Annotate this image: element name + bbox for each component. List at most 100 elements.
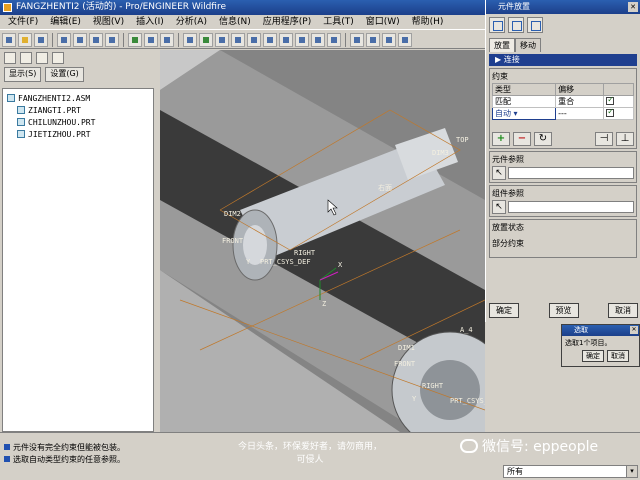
swap-icon[interactable]: ↻ [534,132,552,146]
datum-label: DIM1 [398,344,415,352]
folder-browser-tab-icon[interactable] [20,52,32,64]
tree-item-label: JIETIZHOU.PRT [28,130,91,139]
chevron-down-icon: ▾ [626,466,637,477]
cad-model-view: DIM3 TOP 右面 DIM2 FRONT RIGHT PRT_CSYS_DE… [160,50,485,432]
close-icon[interactable]: ✕ [628,2,638,12]
tree-item-label: CHILUNZHOU.PRT [28,118,96,127]
wechat-icon [460,439,478,453]
constraint-type-value: 自动 [495,109,511,118]
selection-filter-value: 所有 [507,467,523,476]
message-bullet-icon [4,456,10,462]
remove-constraint-button[interactable]: − [513,132,531,146]
close-icon[interactable]: ✕ [630,326,638,334]
dialog-title: 元件放置 [498,2,530,11]
show-component-icon[interactable] [527,17,543,33]
view-manager-icon[interactable] [327,32,341,47]
settings-menu-button[interactable]: 设置(G) [45,67,84,82]
wireframe-icon[interactable] [350,32,364,47]
saved-views-icon[interactable] [295,32,309,47]
favorites-tab-icon[interactable] [36,52,48,64]
orient-icon[interactable] [215,32,229,47]
datum-label: DIM3 [432,149,449,157]
zoom-out-icon[interactable] [247,32,261,47]
selection-box-icon[interactable] [160,32,174,47]
menu-info[interactable]: 信息(N) [213,15,257,29]
dialog-icon-bar [486,14,640,36]
window-title: FANGZHENTI2 (活动的) - Pro/ENGINEER Wildfir… [16,2,226,12]
component-reference-field[interactable] [508,167,634,179]
layers-icon[interactable] [311,32,325,47]
graphics-viewport[interactable]: DIM3 TOP 右面 DIM2 FRONT RIGHT PRT_CSYS_DE… [160,50,485,432]
coordinate-system-icon[interactable]: ⊣ [595,132,613,146]
assembly-window-icon[interactable] [508,17,524,33]
datum-label: A_4 [460,326,473,334]
constraints-group: 约束 类型 偏移 匹配 重合 自动 ▾ --- + − ↻ ⊣ [489,68,637,149]
select-ok-button[interactable]: 确定 [582,350,604,362]
web-browser-tab-icon[interactable] [52,52,64,64]
select-dialog-message: 选取1个项目。 [565,339,612,347]
table-row[interactable]: 自动 ▾ --- [491,107,634,120]
assembly-reference-field[interactable] [508,201,634,213]
spin-center-icon[interactable] [199,32,213,47]
show-menu-button[interactable]: 显示(S) [4,67,42,82]
regenerate-icon[interactable] [128,32,142,47]
flip-icon[interactable]: ⊥ [616,132,634,146]
tree-item[interactable]: JIETIZHOU.PRT [7,129,149,141]
ok-button[interactable]: 确定 [489,303,519,318]
tree-item[interactable]: CHILUNZHOU.PRT [7,117,149,129]
open-folder-icon[interactable] [18,32,32,47]
datum-label: PRT_CSYS_DEF [450,397,485,405]
new-file-icon[interactable] [2,32,16,47]
datum-label: PRT_CSYS_DEF [260,258,311,266]
datum-label: RIGHT [422,382,444,390]
pointer-icon[interactable]: ↖ [492,166,506,180]
menu-insert[interactable]: 插入(I) [130,15,170,29]
zoom-in-icon[interactable] [231,32,245,47]
redo-icon[interactable] [105,32,119,47]
dialog-buttons: 确定 预览 取消 [489,303,638,318]
menu-tools[interactable]: 工具(T) [317,15,360,29]
no-hidden-icon[interactable] [382,32,396,47]
save-icon[interactable] [34,32,48,47]
model-tree-tab-icon[interactable] [4,52,16,64]
status-message-text: 选取自动类型约束的任意参照。 [13,455,125,464]
repaint-icon[interactable] [183,32,197,47]
menu-edit[interactable]: 编辑(E) [44,15,87,29]
email-icon[interactable] [73,32,87,47]
separate-window-icon[interactable] [489,17,505,33]
assembly-reference-group: 组件参照 ↖ [489,185,637,217]
menu-analysis[interactable]: 分析(A) [170,15,213,29]
print-icon[interactable] [57,32,71,47]
constraint-enabled-checkbox[interactable] [603,107,634,120]
selection-filter[interactable]: 所有 ▾ [503,465,638,478]
add-constraint-button[interactable]: + [492,132,510,146]
refit-icon[interactable] [263,32,277,47]
constraints-table: 类型 偏移 匹配 重合 自动 ▾ --- [491,83,634,120]
constraint-type-select[interactable]: 自动 ▾ [491,107,557,120]
pointer-icon[interactable]: ↖ [492,200,506,214]
tab-move[interactable]: 移动 [515,38,541,52]
menu-applications[interactable]: 应用程序(P) [257,15,317,29]
preview-button[interactable]: 预览 [548,303,579,318]
undo-icon[interactable] [89,32,103,47]
cancel-button[interactable]: 取消 [608,303,638,318]
menu-view[interactable]: 视图(V) [87,15,130,29]
reorient-icon[interactable] [279,32,293,47]
shading-icon[interactable] [398,32,412,47]
select-icon[interactable] [144,32,158,47]
select-cancel-button[interactable]: 取消 [607,350,629,362]
menu-file[interactable]: 文件(F) [2,15,44,29]
tree-root[interactable]: FANGZHENTI2.ASM [7,93,149,105]
dialog-tabs: 放置 移动 [486,38,640,52]
connection-header[interactable]: ▶ 连接 [489,54,637,66]
column-header-offset: 偏移 [555,83,605,96]
menu-window[interactable]: 窗口(W) [360,15,406,29]
tree-item[interactable]: ZIANGTI.PRT [7,105,149,117]
wechat-watermark: 微信号: eppeople [460,436,598,456]
tab-placement[interactable]: 放置 [489,38,515,52]
select-dialog: 选取 ✕ 选取1个项目。 确定 取消 [561,324,640,367]
menu-help[interactable]: 帮助(H) [406,15,450,29]
hidden-line-icon[interactable] [366,32,380,47]
assembly-reference-label: 组件参照 [492,189,524,198]
